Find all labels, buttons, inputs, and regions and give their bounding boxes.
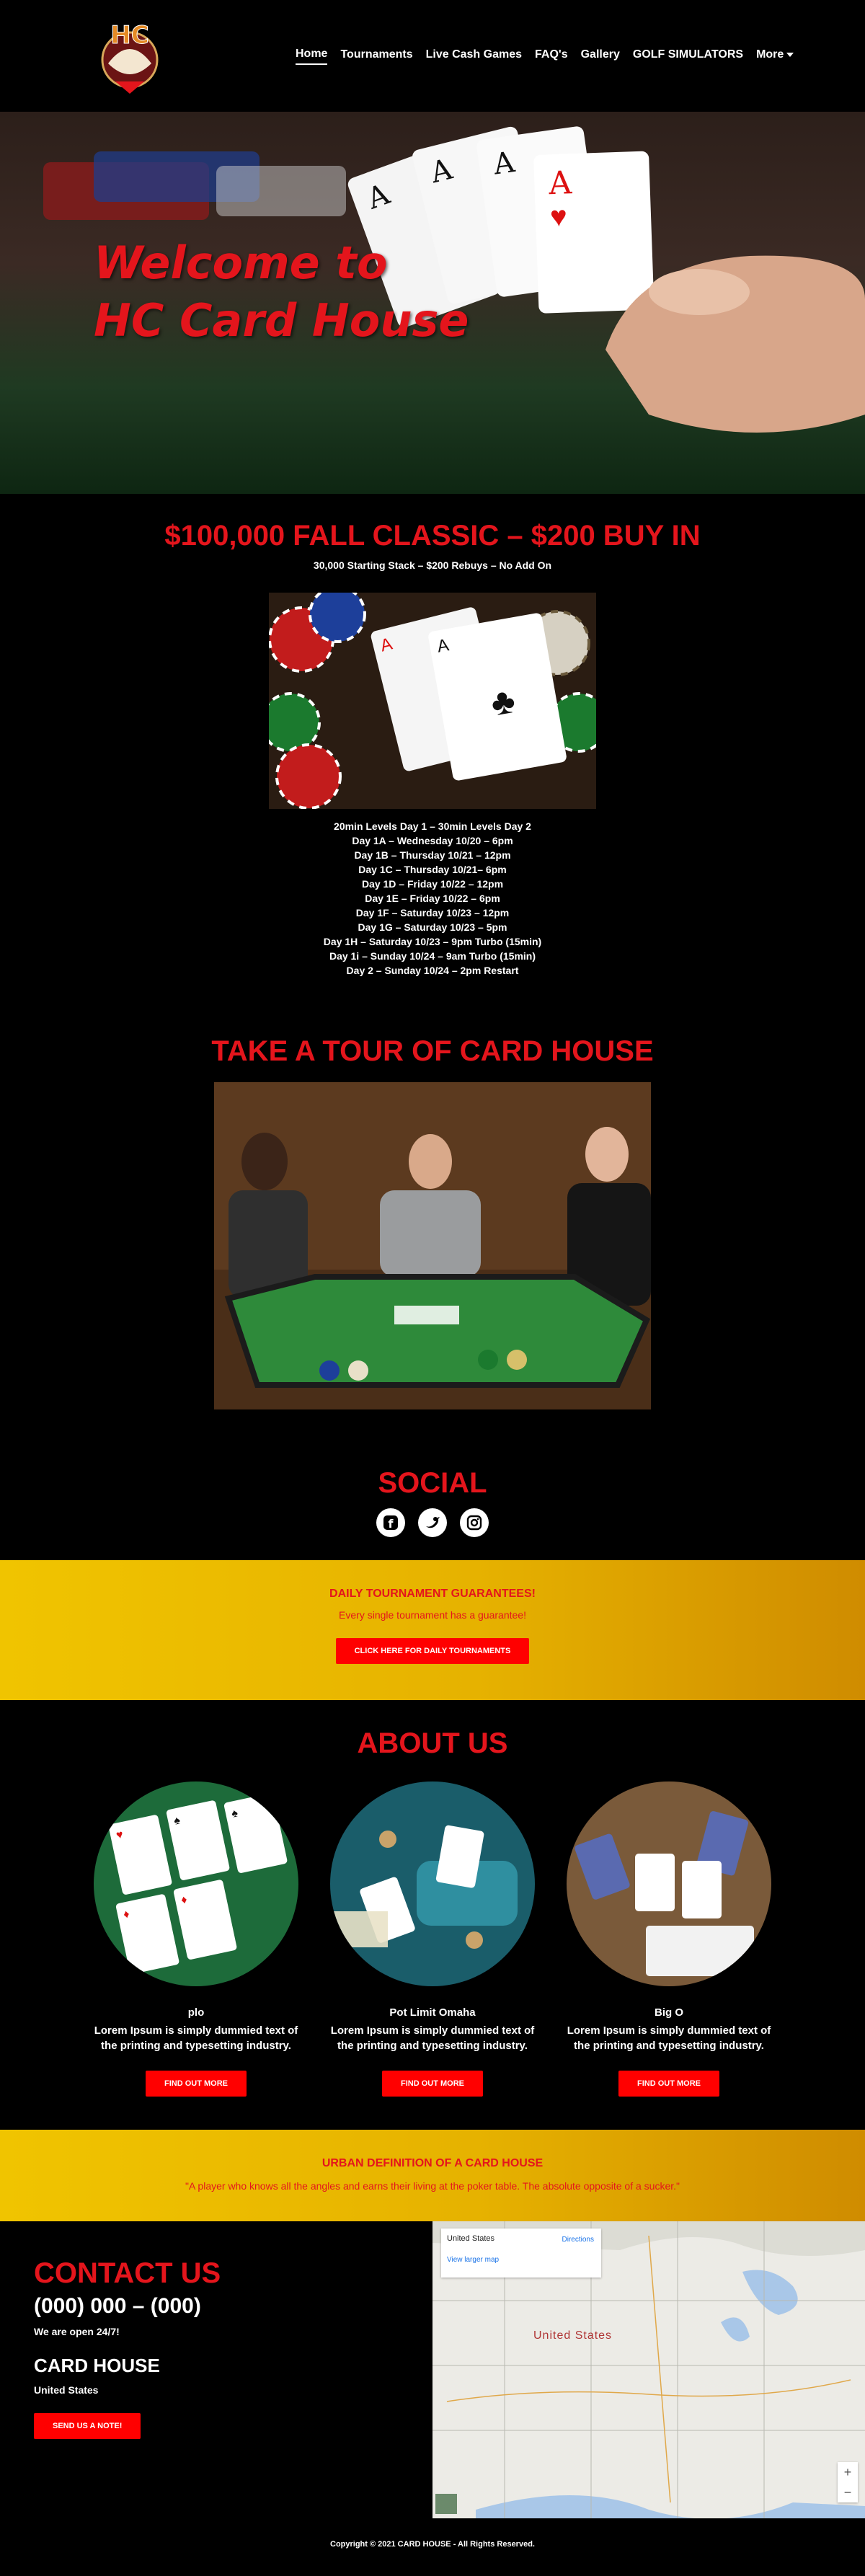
schedule-line: Day 1D – Friday 10/22 – 12pm [361, 878, 504, 890]
about-section: ABOUT US ♥ ♠ ♠ ♦ ♦ plo Lorem Ipsum is si… [0, 1700, 865, 2130]
facebook-icon[interactable]: f [376, 1508, 405, 1537]
aces-chips-graphic: A A♣ [269, 593, 596, 809]
about-card-title: Pot Limit Omaha [389, 2006, 476, 2019]
plo-cards-image: ♥ ♠ ♠ ♦ ♦ [94, 1781, 298, 1986]
about-card: ♥ ♠ ♠ ♦ ♦ plo Lorem Ipsum is simply dumm… [92, 1781, 301, 2097]
nav-faqs[interactable]: FAQ's [535, 48, 568, 64]
contact-business-name: CARD HOUSE [34, 2355, 160, 2376]
about-title: ABOUT US [357, 1727, 508, 1759]
about-card-desc: Lorem Ipsum is simply dummied text of th… [567, 2024, 771, 2052]
big-o-graphic [567, 1781, 771, 1986]
social-section: SOCIAL f [0, 1409, 865, 1537]
poker-players-graphic [214, 1082, 651, 1409]
fall-classic-title: $100,000 FALL CLASSIC – $200 BUY IN [164, 520, 701, 552]
hero-title-line1: Welcome to [94, 236, 388, 289]
poker-players-image [214, 1082, 651, 1409]
nav-more-label: More [756, 48, 784, 61]
definition-banner: URBAN DEFINITION OF A CARD HOUSE "A play… [0, 2130, 865, 2221]
map-info-card: United States Directions View larger map [441, 2228, 601, 2278]
daily-tournaments-banner: DAILY TOURNAMENT GUARANTEES! Every singl… [0, 1560, 865, 1700]
social-icons: f [0, 1508, 865, 1537]
contact-location: United States [34, 2384, 99, 2396]
hero-banner: A A A A ♥ Welcome to HC Card House [0, 112, 865, 494]
about-columns: ♥ ♠ ♠ ♦ ♦ plo Lorem Ipsum is simply dumm… [0, 1781, 865, 2097]
about-card: Big O Lorem Ipsum is simply dummied text… [564, 1781, 773, 2097]
svg-text:f: f [389, 1517, 394, 1531]
contact-title: CONTACT US [34, 2257, 221, 2289]
fall-classic-section: $100,000 FALL CLASSIC – $200 BUY IN 30,0… [0, 494, 865, 978]
definition-quote: "A player who knows all the angles and e… [185, 2180, 680, 2192]
nav-more[interactable]: More [756, 48, 794, 64]
banner-subtitle: Every single tournament has a guarantee! [339, 1609, 526, 1621]
schedule-line: Day 1G – Saturday 10/23 – 5pm [358, 921, 507, 933]
find-out-more-button[interactable]: FIND OUT MORE [382, 2071, 483, 2097]
about-card: Pot Limit Omaha Lorem Ipsum is simply du… [328, 1781, 537, 2097]
logo-graphic: HC [101, 21, 159, 94]
definition-title: URBAN DEFINITION OF A CARD HOUSE [321, 2157, 544, 2169]
main-nav: Home Tournaments Live Cash Games FAQ's G… [296, 48, 794, 65]
map-country-label: United States [533, 2329, 613, 2342]
schedule-line: Day 1B – Thursday 10/21 – 12pm [354, 849, 511, 861]
site-logo[interactable]: HC [94, 13, 166, 99]
schedule-line: Day 1E – Friday 10/22 – 6pm [365, 893, 500, 904]
contact-hours: We are open 24/7! [34, 2326, 120, 2337]
svg-text:♥: ♥ [549, 200, 567, 233]
tour-title: TAKE A TOUR OF CARD HOUSE [211, 1035, 654, 1067]
nav-live-cash-games[interactable]: Live Cash Games [426, 48, 522, 64]
caret-down-icon [786, 52, 794, 57]
tour-section: TAKE A TOUR OF CARD HOUSE [0, 978, 865, 1409]
nav-gallery[interactable]: Gallery [581, 48, 620, 64]
nav-tournaments[interactable]: Tournaments [340, 48, 412, 64]
logo-text: HC [110, 21, 148, 50]
site-header: HC Home Tournaments Live Cash Games FAQ'… [0, 0, 865, 112]
banner-title: DAILY TOURNAMENT GUARANTEES! [329, 1588, 536, 1600]
schedule-line: Day 1H – Saturday 10/23 – 9pm Turbo (15m… [323, 936, 542, 947]
svg-text:A: A [548, 164, 574, 202]
hero-title-line2: HC Card House [94, 294, 469, 347]
pot-limit-omaha-graphic [330, 1781, 535, 1986]
map-larger-link[interactable]: View larger map [447, 2256, 595, 2264]
site-footer: Copyright © 2021 CARD HOUSE - All Rights… [0, 2518, 865, 2576]
send-note-button[interactable]: SEND US A NOTE! [34, 2413, 141, 2439]
schedule-line: 20min Levels Day 1 – 30min Levels Day 2 [334, 820, 531, 832]
contact-phone[interactable]: (000) 000 – (000) [34, 2294, 432, 2319]
nav-golf-simulators[interactable]: GOLF SIMULATORS [633, 48, 743, 64]
map-zoom-controls: + − [838, 2462, 858, 2502]
schedule-list: 20min Levels Day 1 – 30min Levels Day 2 … [0, 819, 865, 978]
hero-title: Welcome to HC Card House [94, 234, 469, 350]
daily-tournaments-button[interactable]: CLICK HERE FOR DAILY TOURNAMENTS [335, 1638, 530, 1664]
about-card-title: plo [187, 2006, 205, 2019]
embedded-map[interactable]: United States Directions View larger map… [432, 2221, 865, 2518]
big-o-image [567, 1781, 771, 1986]
pot-limit-omaha-image [330, 1781, 535, 1986]
nav-home[interactable]: Home [296, 48, 328, 65]
find-out-more-button[interactable]: FIND OUT MORE [618, 2071, 719, 2097]
schedule-line: Day 1F – Saturday 10/23 – 12pm [355, 907, 510, 919]
schedule-line: Day 1i – Sunday 10/24 – 9am Turbo (15min… [329, 950, 536, 962]
copyright-text: Copyright © 2021 CARD HOUSE - All Rights… [330, 2540, 535, 2549]
schedule-line: Day 1C – Thursday 10/21– 6pm [358, 864, 507, 875]
instagram-icon[interactable] [460, 1508, 489, 1537]
map-directions-link[interactable]: Directions [562, 2236, 594, 2244]
find-out-more-button[interactable]: FIND OUT MORE [146, 2071, 247, 2097]
aces-chips-image: A A ♣ [269, 593, 596, 809]
about-card-desc: Lorem Ipsum is simply dummied text of th… [94, 2024, 298, 2052]
social-title: SOCIAL [378, 1467, 487, 1499]
fall-classic-subtitle: 30,000 Starting Stack – $200 Rebuys – No… [313, 559, 552, 571]
twitter-icon[interactable] [418, 1508, 447, 1537]
schedule-line: Day 2 – Sunday 10/24 – 2pm Restart [346, 965, 519, 976]
zoom-out-button[interactable]: − [838, 2482, 858, 2502]
about-card-title: Big O [655, 2006, 683, 2019]
zoom-in-button[interactable]: + [838, 2462, 858, 2482]
plo-cards-graphic: ♥ ♠ ♠ ♦ ♦ [94, 1781, 298, 1986]
contact-section: CONTACT US (000) 000 – (000) We are open… [0, 2221, 865, 2518]
contact-info: CONTACT US (000) 000 – (000) We are open… [0, 2221, 432, 2518]
schedule-line: Day 1A – Wednesday 10/20 – 6pm [352, 835, 513, 846]
about-card-desc: Lorem Ipsum is simply dummied text of th… [330, 2024, 535, 2052]
